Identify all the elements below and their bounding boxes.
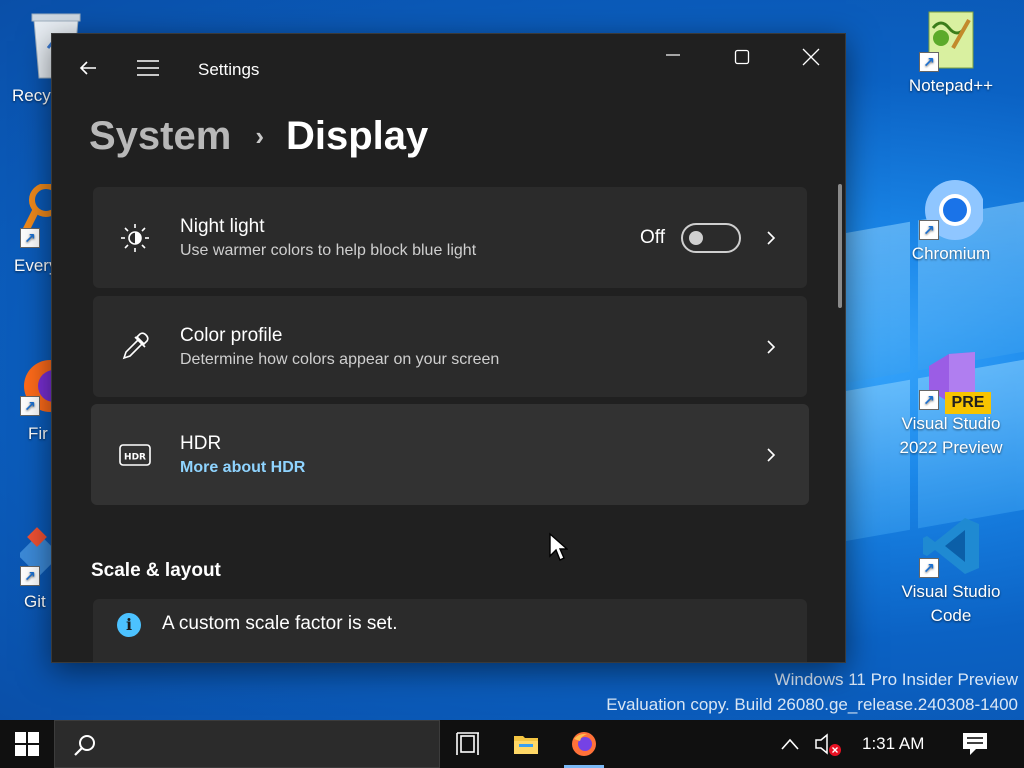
git-label: Git xyxy=(24,592,46,611)
breadcrumb-system[interactable]: System xyxy=(89,114,231,159)
notifications-icon xyxy=(963,733,987,755)
maximize-icon xyxy=(734,49,749,65)
svg-text:HDR: HDR xyxy=(124,452,146,462)
vscode-shortcut[interactable]: ↗ Visual Studio Code xyxy=(896,514,1006,626)
chevron-right-icon xyxy=(767,230,776,245)
shortcut-arrow-icon: ↗ xyxy=(919,390,939,410)
notepadpp-shortcut[interactable]: ↗ Notepad++ xyxy=(896,8,1006,96)
volume-button[interactable] xyxy=(814,720,844,768)
notifications-button[interactable] xyxy=(962,720,988,768)
breadcrumb-separator: › xyxy=(255,120,264,151)
vscode-label-line2: Code xyxy=(930,606,972,625)
shortcut-arrow-icon: ↗ xyxy=(20,396,40,416)
start-button[interactable] xyxy=(0,720,54,768)
color-profile-title: Color profile xyxy=(180,324,283,346)
shortcut-arrow-icon: ↗ xyxy=(20,566,40,586)
custom-scale-message: A custom scale factor is set. xyxy=(162,613,398,634)
hamburger-menu-icon xyxy=(137,60,159,76)
color-profile-card[interactable]: Color profile Determine how colors appea… xyxy=(93,296,807,397)
chromium-label: Chromium xyxy=(911,244,991,263)
close-button[interactable] xyxy=(776,34,845,80)
app-title: Settings xyxy=(198,60,260,79)
hdr-icon: HDR xyxy=(119,439,151,471)
eyedropper-icon xyxy=(119,331,151,363)
night-light-card[interactable]: Night light Use warmer colors to help bl… xyxy=(93,187,807,288)
file-explorer-button[interactable] xyxy=(502,720,550,768)
back-button[interactable] xyxy=(68,48,108,88)
start-icon xyxy=(15,732,39,756)
visual-studio-preview-label-line1: Visual Studio xyxy=(901,414,1001,433)
preview-badge: PRE xyxy=(945,392,991,414)
watermark-build: Evaluation copy. Build 26080.ge_release.… xyxy=(606,695,1018,714)
tray-overflow-button[interactable] xyxy=(780,720,800,768)
color-profile-description: Determine how colors appear on your scre… xyxy=(180,350,500,368)
page-title: Display xyxy=(285,113,429,158)
chevron-right-icon xyxy=(767,339,776,354)
task-view-icon xyxy=(456,732,479,755)
toggle-knob xyxy=(689,230,703,245)
minimize-button[interactable] xyxy=(638,34,707,80)
volume-muted-icon xyxy=(815,733,841,756)
visual-studio-preview-shortcut[interactable]: ↗ PRE Visual Studio 2022 Preview xyxy=(896,346,1006,458)
hdr-learn-more-link[interactable]: More about HDR xyxy=(180,459,305,477)
maximize-button[interactable] xyxy=(707,34,776,80)
firefox-label: Fir xyxy=(28,424,48,443)
section-scale-layout: Scale & layout xyxy=(91,560,221,581)
watermark-edition: Windows 11 Pro Insider Preview xyxy=(774,670,1018,689)
visual-studio-preview-label-line2: 2022 Preview xyxy=(899,438,1003,457)
night-light-description: Use warmer colors to help block blue lig… xyxy=(180,241,477,259)
settings-content: Night light Use warmer colors to help bl… xyxy=(52,184,845,662)
file-explorer-icon xyxy=(514,736,538,754)
settings-window: Settings System › Display Night light Us… xyxy=(51,33,846,663)
taskbar-clock[interactable]: 1:31 AM xyxy=(862,734,924,754)
search-icon xyxy=(74,735,95,756)
shortcut-arrow-icon: ↗ xyxy=(919,220,939,240)
navigation-menu-button[interactable] xyxy=(128,48,168,88)
recycle-bin-label: Recy xyxy=(12,86,51,105)
breadcrumb: System › Display xyxy=(89,106,428,166)
firefox-taskbar-button[interactable] xyxy=(560,720,608,768)
shortcut-arrow-icon: ↗ xyxy=(919,52,939,72)
hdr-card[interactable]: HDR HDR More about HDR xyxy=(91,404,809,505)
night-light-title: Night light xyxy=(180,215,265,237)
task-view-button[interactable] xyxy=(444,720,492,768)
info-icon: i xyxy=(117,613,141,637)
title-bar: Settings xyxy=(52,34,845,106)
close-icon xyxy=(802,48,819,66)
night-light-toggle[interactable] xyxy=(681,222,741,253)
shortcut-arrow-icon: ↗ xyxy=(919,558,939,578)
taskbar: 1:31 AM xyxy=(0,720,1024,768)
notepadpp-label: Notepad++ xyxy=(908,76,994,95)
night-light-icon xyxy=(119,222,151,254)
minimize-icon xyxy=(665,54,680,56)
night-light-toggle-state: Off xyxy=(640,226,665,248)
shortcut-arrow-icon: ↗ xyxy=(20,228,40,248)
custom-scale-info-bar: i A custom scale factor is set. xyxy=(93,599,807,662)
taskbar-search-box[interactable] xyxy=(54,720,440,768)
mouse-cursor-icon xyxy=(549,532,568,561)
chevron-right-icon xyxy=(767,447,776,462)
vscode-label-line1: Visual Studio xyxy=(901,582,1001,601)
firefox-icon xyxy=(572,732,596,756)
hdr-title: HDR xyxy=(180,432,222,454)
chromium-shortcut[interactable]: ↗ Chromium xyxy=(896,176,1006,264)
chevron-up-icon xyxy=(781,738,799,750)
back-arrow-icon xyxy=(79,61,96,75)
